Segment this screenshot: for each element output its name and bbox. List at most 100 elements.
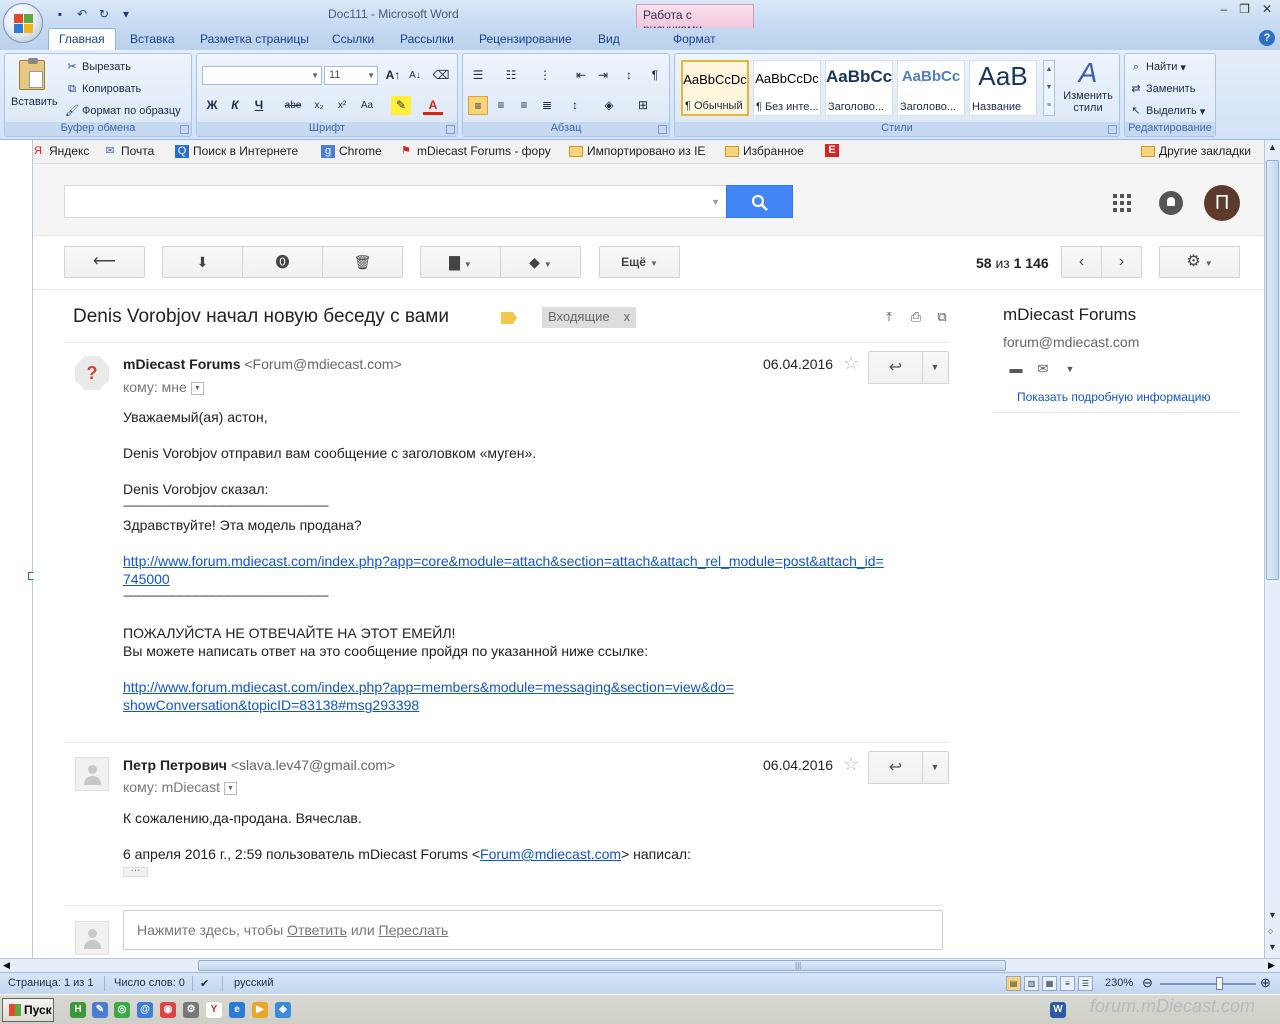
- bookmark-mdiecast[interactable]: ⚑ mDiecast Forums - фору: [399, 144, 551, 158]
- shrink-font-icon[interactable]: A↓: [405, 66, 425, 85]
- dialog-launcher-icon[interactable]: [658, 125, 667, 134]
- conversation-link[interactable]: http://www.forum.mdiecast.com/index.php?…: [123, 679, 734, 695]
- apps-grid-icon[interactable]: [1113, 194, 1131, 212]
- strikethrough-icon[interactable]: abe: [283, 96, 303, 115]
- newer-button[interactable]: ‹: [1061, 246, 1102, 278]
- bookmark-favorites[interactable]: Избранное: [725, 144, 804, 158]
- mail-app-icon[interactable]: @: [137, 1002, 153, 1018]
- star-icon[interactable]: ☆: [843, 353, 859, 374]
- align-right-icon[interactable]: ≡: [514, 96, 534, 115]
- next-page-icon[interactable]: ▼: [1268, 942, 1277, 952]
- shading-icon[interactable]: ◈: [599, 96, 619, 115]
- paste-button[interactable]: Вставить: [11, 96, 58, 108]
- scroll-thumb[interactable]: [1266, 160, 1279, 580]
- bookmark-imported-ie[interactable]: Импортировано из IE: [569, 144, 705, 158]
- forward-link[interactable]: Переслать: [379, 922, 449, 938]
- reply-link[interactable]: Ответить: [287, 922, 347, 938]
- print-icon[interactable]: ⎙: [909, 310, 923, 324]
- conversation-link[interactable]: showConversation&topicID=83138#msg293398: [123, 697, 419, 713]
- zoom-out-icon[interactable]: ⊖: [1142, 975, 1153, 991]
- undo-icon[interactable]: ↶: [74, 6, 90, 22]
- new-window-icon[interactable]: ⧉: [935, 310, 949, 324]
- zoom-level[interactable]: 230%: [1105, 977, 1133, 989]
- find-button[interactable]: ⌕ Найти ▾: [1129, 60, 1186, 74]
- more-options-icon[interactable]: ▼: [922, 352, 948, 383]
- font-size-select[interactable]: 11 ▼: [324, 66, 378, 85]
- ie-icon[interactable]: e: [229, 1002, 245, 1018]
- bookmark-mail[interactable]: ✉ Почта: [103, 144, 154, 158]
- media-icon[interactable]: ◉: [160, 1002, 176, 1018]
- outline-icon[interactable]: ≡: [1060, 976, 1075, 991]
- reply-icon[interactable]: ↩: [869, 752, 923, 783]
- subscript-icon[interactable]: x₂: [309, 96, 329, 115]
- important-marker-icon[interactable]: [501, 312, 517, 324]
- older-button[interactable]: ›: [1101, 246, 1142, 278]
- bookmark-e[interactable]: E: [825, 144, 839, 157]
- show-marks-icon[interactable]: ¶: [645, 66, 665, 85]
- help-icon[interactable]: ?: [1259, 30, 1275, 46]
- email-icon[interactable]: ✉: [1034, 362, 1052, 376]
- browse-object-icon[interactable]: ○: [1268, 926, 1273, 936]
- restore-icon[interactable]: ❐: [1239, 2, 1250, 16]
- borders-icon[interactable]: ⊞: [633, 96, 653, 115]
- show-details-link[interactable]: Показать подробную информацию: [1017, 390, 1211, 404]
- language-indicator[interactable]: русский: [234, 977, 273, 989]
- chevron-down-icon[interactable]: ▼: [1061, 362, 1079, 376]
- zoom-slider-thumb[interactable]: [1216, 977, 1223, 990]
- minimize-icon[interactable]: –: [1220, 2, 1227, 16]
- search-input[interactable]: ▼: [64, 185, 727, 218]
- sort-icon[interactable]: ↕: [619, 66, 639, 85]
- tab-page-layout[interactable]: Разметка страницы: [200, 32, 309, 46]
- bookmark-chrome[interactable]: g Chrome: [321, 144, 382, 158]
- clear-format-icon[interactable]: ⌫: [431, 66, 451, 85]
- notifications-icon[interactable]: [1159, 191, 1183, 215]
- redo-icon[interactable]: ↻: [96, 6, 112, 22]
- customize-qat-icon[interactable]: ▾: [118, 6, 134, 22]
- settings-button[interactable]: ⚙ ▼: [1159, 246, 1240, 278]
- bullets-icon[interactable]: ☰: [468, 66, 488, 85]
- word-taskbar-icon[interactable]: W: [1050, 1002, 1066, 1018]
- style-title[interactable]: АаВ Название: [969, 60, 1037, 116]
- style-normal[interactable]: AaBbCcDc ¶ Обычный: [681, 60, 749, 116]
- copy-button[interactable]: ⧉ Копировать: [65, 82, 141, 96]
- show-details-icon[interactable]: ▼: [190, 381, 204, 395]
- decrease-indent-icon[interactable]: ⇤: [571, 66, 591, 85]
- expand-all-icon[interactable]: ⤒: [882, 310, 896, 324]
- tab-review[interactable]: Рецензирование: [479, 32, 572, 46]
- search-button[interactable]: [726, 185, 793, 218]
- dialog-launcher-icon[interactable]: [446, 125, 455, 134]
- star-icon[interactable]: ☆: [843, 754, 859, 775]
- dialog-launcher-icon[interactable]: [180, 125, 189, 134]
- page-indicator[interactable]: Страница: 1 из 1: [8, 977, 94, 989]
- spam-button[interactable]: ⓿: [242, 246, 323, 278]
- archive-button[interactable]: ⬇: [162, 246, 243, 278]
- close-icon[interactable]: ✕: [1262, 2, 1272, 16]
- align-center-icon[interactable]: ≡: [491, 96, 511, 115]
- multilevel-list-icon[interactable]: ⋮: [535, 66, 555, 85]
- styles-scroll[interactable]: ▲ ▼ ≡: [1043, 60, 1055, 116]
- email-link[interactable]: Forum@mdiecast.com: [480, 846, 621, 862]
- yandex-browser-icon[interactable]: Y: [206, 1002, 222, 1018]
- spreadsheet-icon[interactable]: H: [70, 1002, 86, 1018]
- app-icon[interactable]: ◈: [275, 1002, 291, 1018]
- style-heading1[interactable]: AaBbCc Заголово...: [825, 60, 893, 116]
- draft-icon[interactable]: ☰: [1078, 976, 1093, 991]
- print-layout-icon[interactable]: ▤: [1006, 976, 1021, 991]
- font-name-select[interactable]: ▼: [202, 66, 322, 85]
- full-screen-reading-icon[interactable]: ▥: [1024, 976, 1039, 991]
- zoom-in-icon[interactable]: ⊕: [1260, 975, 1271, 991]
- word-count[interactable]: Число слов: 0: [114, 977, 185, 989]
- attachment-link[interactable]: http://www.forum.mdiecast.com/index.php?…: [123, 553, 884, 569]
- paint-icon[interactable]: ✎: [92, 1002, 108, 1018]
- show-details-icon[interactable]: ▼: [223, 781, 237, 795]
- bookmark-search[interactable]: Q Поиск в Интернете: [175, 144, 298, 158]
- more-options-icon[interactable]: ▼: [922, 752, 948, 783]
- bookmark-yandex[interactable]: Я Яндекс: [33, 144, 89, 158]
- chrome-icon[interactable]: ◎: [114, 1002, 130, 1018]
- cut-button[interactable]: ✂ Вырезать: [65, 60, 131, 74]
- network-icon[interactable]: ⚙: [183, 1002, 199, 1018]
- tab-home[interactable]: Главная: [48, 28, 116, 50]
- italic-icon[interactable]: К: [225, 96, 245, 115]
- horizontal-scrollbar[interactable]: ◀ ||| ▶: [0, 958, 1280, 972]
- highlight-icon[interactable]: ✎: [391, 96, 411, 115]
